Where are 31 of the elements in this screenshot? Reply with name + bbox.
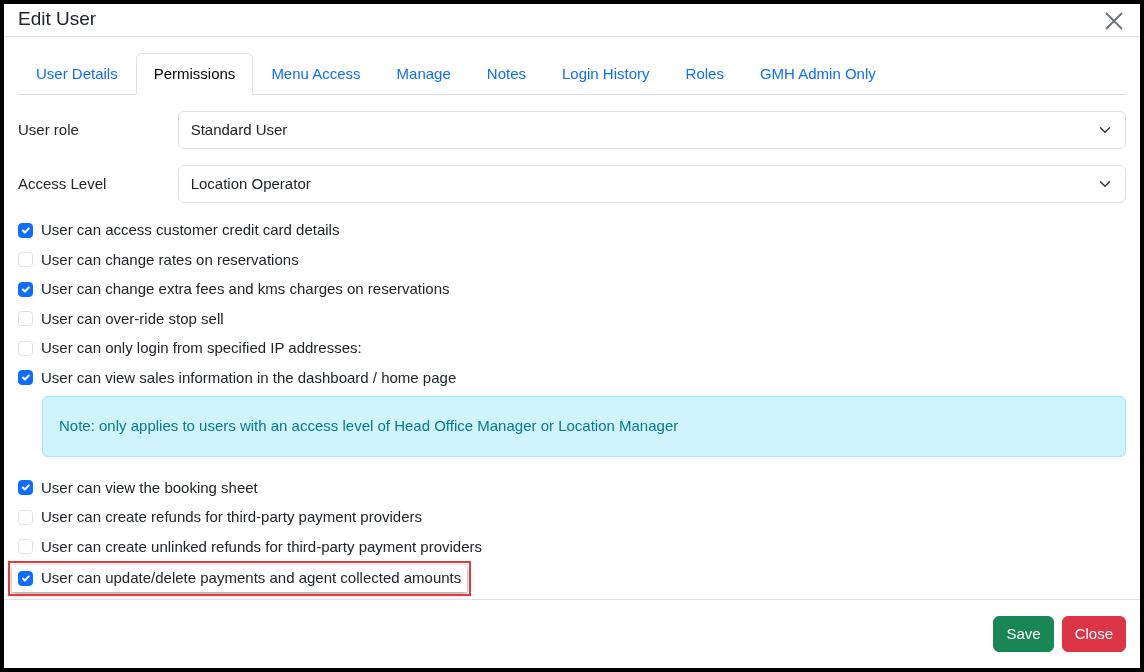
tab[interactable]: User Details — [18, 52, 136, 95]
checkbox[interactable] — [18, 480, 33, 496]
dropdown[interactable]: Standard User — [177, 111, 1126, 149]
checkbox[interactable] — [18, 281, 33, 297]
checkbox[interactable] — [18, 222, 33, 238]
tab[interactable]: GMH Admin Only — [741, 52, 894, 95]
checkbox-label: User can only login from specified IP addresses: — [41, 338, 362, 358]
tab[interactable]: Login History — [544, 52, 668, 95]
checkbox-label: User can change extra fees and kms charges on reservations — [41, 279, 450, 299]
checkbox-label: User can create unlinked refunds for third-party payment providers — [41, 536, 483, 557]
checkbox[interactable] — [18, 370, 33, 386]
tab[interactable]: Notes — [468, 52, 544, 95]
close-button[interactable]: Close — [1061, 615, 1126, 652]
checkbox[interactable] — [18, 570, 33, 586]
tab[interactable]: Manage — [378, 52, 469, 95]
tab[interactable]: Permissions — [135, 52, 254, 95]
checkbox-label: User can create refunds for third-party payment providers — [41, 507, 422, 527]
dropdown[interactable]: Location Operator — [177, 165, 1126, 203]
field-label: Access Level — [18, 173, 108, 194]
checkbox-label: User can update/delete payments and agent collected amounts — [41, 568, 462, 588]
checkbox-label: User can change rates on reservations — [41, 249, 299, 270]
dialog-title: Edit User — [18, 8, 97, 32]
checkbox-label: User can over-ride stop sell — [41, 308, 224, 329]
checkbox-label: User can view sales information in the dashboard / home page — [41, 367, 457, 388]
info-note: Note: only applies to users with an access level of Head Office Manager or Location Manager — [42, 396, 1126, 457]
save-button[interactable]: Save — [993, 615, 1054, 652]
tab[interactable]: Menu Access — [253, 52, 379, 95]
checkbox-label: User can access customer credit card details — [41, 220, 340, 240]
checkbox-label: User can view the booking sheet — [41, 477, 258, 498]
field-label: User role — [18, 119, 80, 140]
tab[interactable]: Roles — [667, 52, 742, 95]
